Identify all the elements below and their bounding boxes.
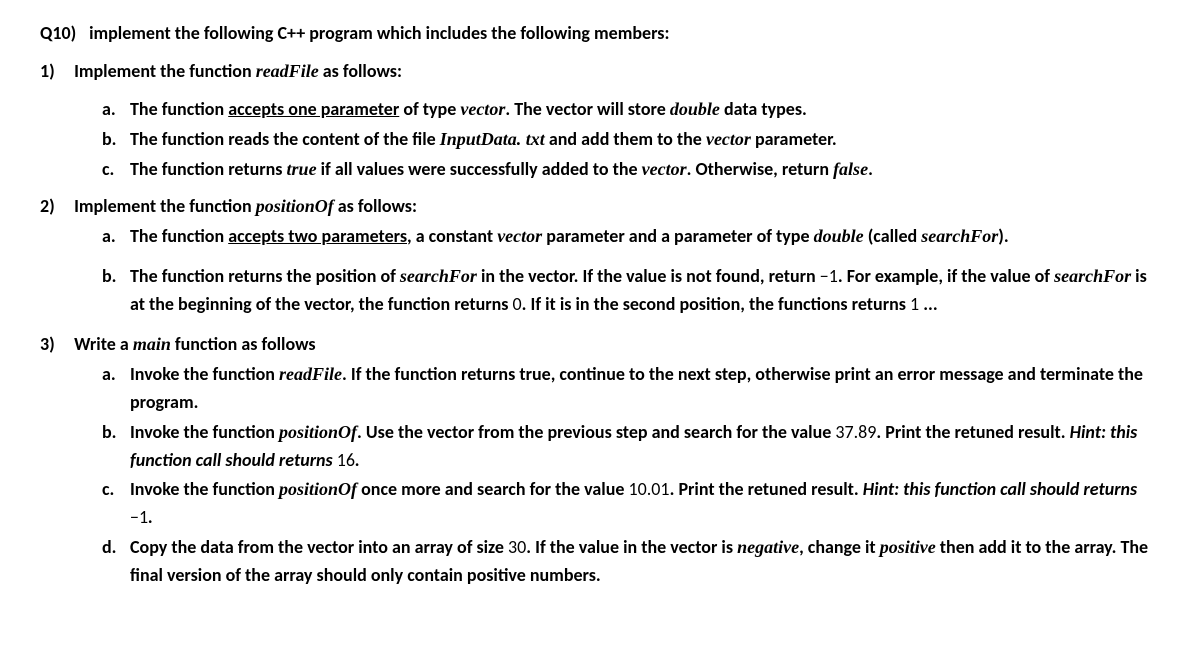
code-var: true	[287, 159, 317, 179]
code-var: positive	[880, 537, 936, 557]
item-text: The function returns the position of sea…	[130, 263, 1160, 319]
part-3-text: Write a main function as follows	[74, 333, 316, 355]
part-3-label: 3)	[40, 331, 70, 359]
part-1: 1) Implement the function readFile as fo…	[40, 58, 1160, 86]
code-var: positionOf	[256, 196, 334, 216]
part-2-sublist: a. The function accepts two parameters, …	[102, 223, 1160, 319]
code-var: main	[133, 334, 171, 354]
question-header: Q10) implement the following C++ program…	[40, 20, 1160, 48]
code-var: double	[814, 226, 864, 246]
code-var: negative	[737, 537, 799, 557]
code-var: false	[833, 159, 868, 179]
item-label: c.	[102, 476, 130, 532]
item-label: b.	[102, 419, 130, 475]
code-var: readFile	[256, 61, 319, 81]
part-3d: d. Copy the data from the vector into an…	[102, 534, 1160, 590]
code-var: readFile	[279, 364, 342, 384]
underline-text: accepts two parameters	[228, 225, 407, 247]
item-label: a.	[102, 361, 130, 417]
question-text: implement the following C++ program whic…	[89, 22, 669, 44]
part-2a: a. The function accepts two parameters, …	[102, 223, 1160, 251]
code-var: vector	[642, 159, 687, 179]
item-label: c.	[102, 156, 130, 184]
number: −1	[130, 506, 148, 528]
code-var: InputData. txt	[440, 129, 545, 149]
item-text: Invoke the function positionOf. Use the …	[130, 419, 1160, 475]
item-text: Invoke the function readFile. If the fun…	[130, 361, 1160, 417]
number: 16	[337, 449, 355, 471]
number: 37.89	[835, 421, 876, 443]
item-label: b.	[102, 126, 130, 154]
part-1a: a. The function accepts one parameter of…	[102, 96, 1160, 124]
item-text: The function accepts two parameters, a c…	[130, 223, 1160, 251]
number: 10.01	[629, 478, 670, 500]
item-text: Invoke the function positionOf once more…	[130, 476, 1160, 532]
code-var: vector	[460, 99, 505, 119]
number: 30	[508, 536, 526, 558]
code-var: searchFor	[400, 266, 477, 286]
part-1b: b. The function reads the content of the…	[102, 126, 1160, 154]
code-var: vector	[497, 226, 542, 246]
item-label: a.	[102, 96, 130, 124]
number: 1	[910, 293, 919, 315]
code-var: positionOf	[279, 422, 357, 442]
underline-text: accepts one parameter	[228, 98, 399, 120]
part-3c: c. Invoke the function positionOf once m…	[102, 476, 1160, 532]
item-label: b.	[102, 263, 130, 319]
item-text: The function returns true if all values …	[130, 156, 1160, 184]
hint-text: Hint: this function call should returns	[863, 478, 1137, 500]
part-3: 3) Write a main function as follows	[40, 331, 1160, 359]
code-var: double	[670, 99, 720, 119]
part-2b: b. The function returns the position of …	[102, 263, 1160, 319]
part-3-sublist: a. Invoke the function readFile. If the …	[102, 361, 1160, 590]
code-var: vector	[706, 129, 751, 149]
part-2-text: Implement the function positionOf as fol…	[74, 195, 417, 217]
part-3b: b. Invoke the function positionOf. Use t…	[102, 419, 1160, 475]
question-label: Q10)	[40, 20, 85, 48]
item-text: The function reads the content of the fi…	[130, 126, 1160, 154]
item-label: d.	[102, 534, 130, 590]
part-1c: c. The function returns true if all valu…	[102, 156, 1160, 184]
part-1-label: 1)	[40, 58, 70, 86]
code-var: searchFor	[921, 226, 998, 246]
part-1-text: Implement the function readFile as follo…	[74, 60, 402, 82]
code-var: searchFor	[1054, 266, 1131, 286]
part-1-sublist: a. The function accepts one parameter of…	[102, 96, 1160, 184]
item-text: Copy the data from the vector into an ar…	[130, 534, 1160, 590]
part-2: 2) Implement the function positionOf as …	[40, 193, 1160, 221]
item-text: The function accepts one parameter of ty…	[130, 96, 1160, 124]
part-2-label: 2)	[40, 193, 70, 221]
part-3a: a. Invoke the function readFile. If the …	[102, 361, 1160, 417]
item-label: a.	[102, 223, 130, 251]
number: 0	[513, 293, 522, 315]
number: −1	[820, 265, 838, 287]
code-var: positionOf	[279, 479, 357, 499]
